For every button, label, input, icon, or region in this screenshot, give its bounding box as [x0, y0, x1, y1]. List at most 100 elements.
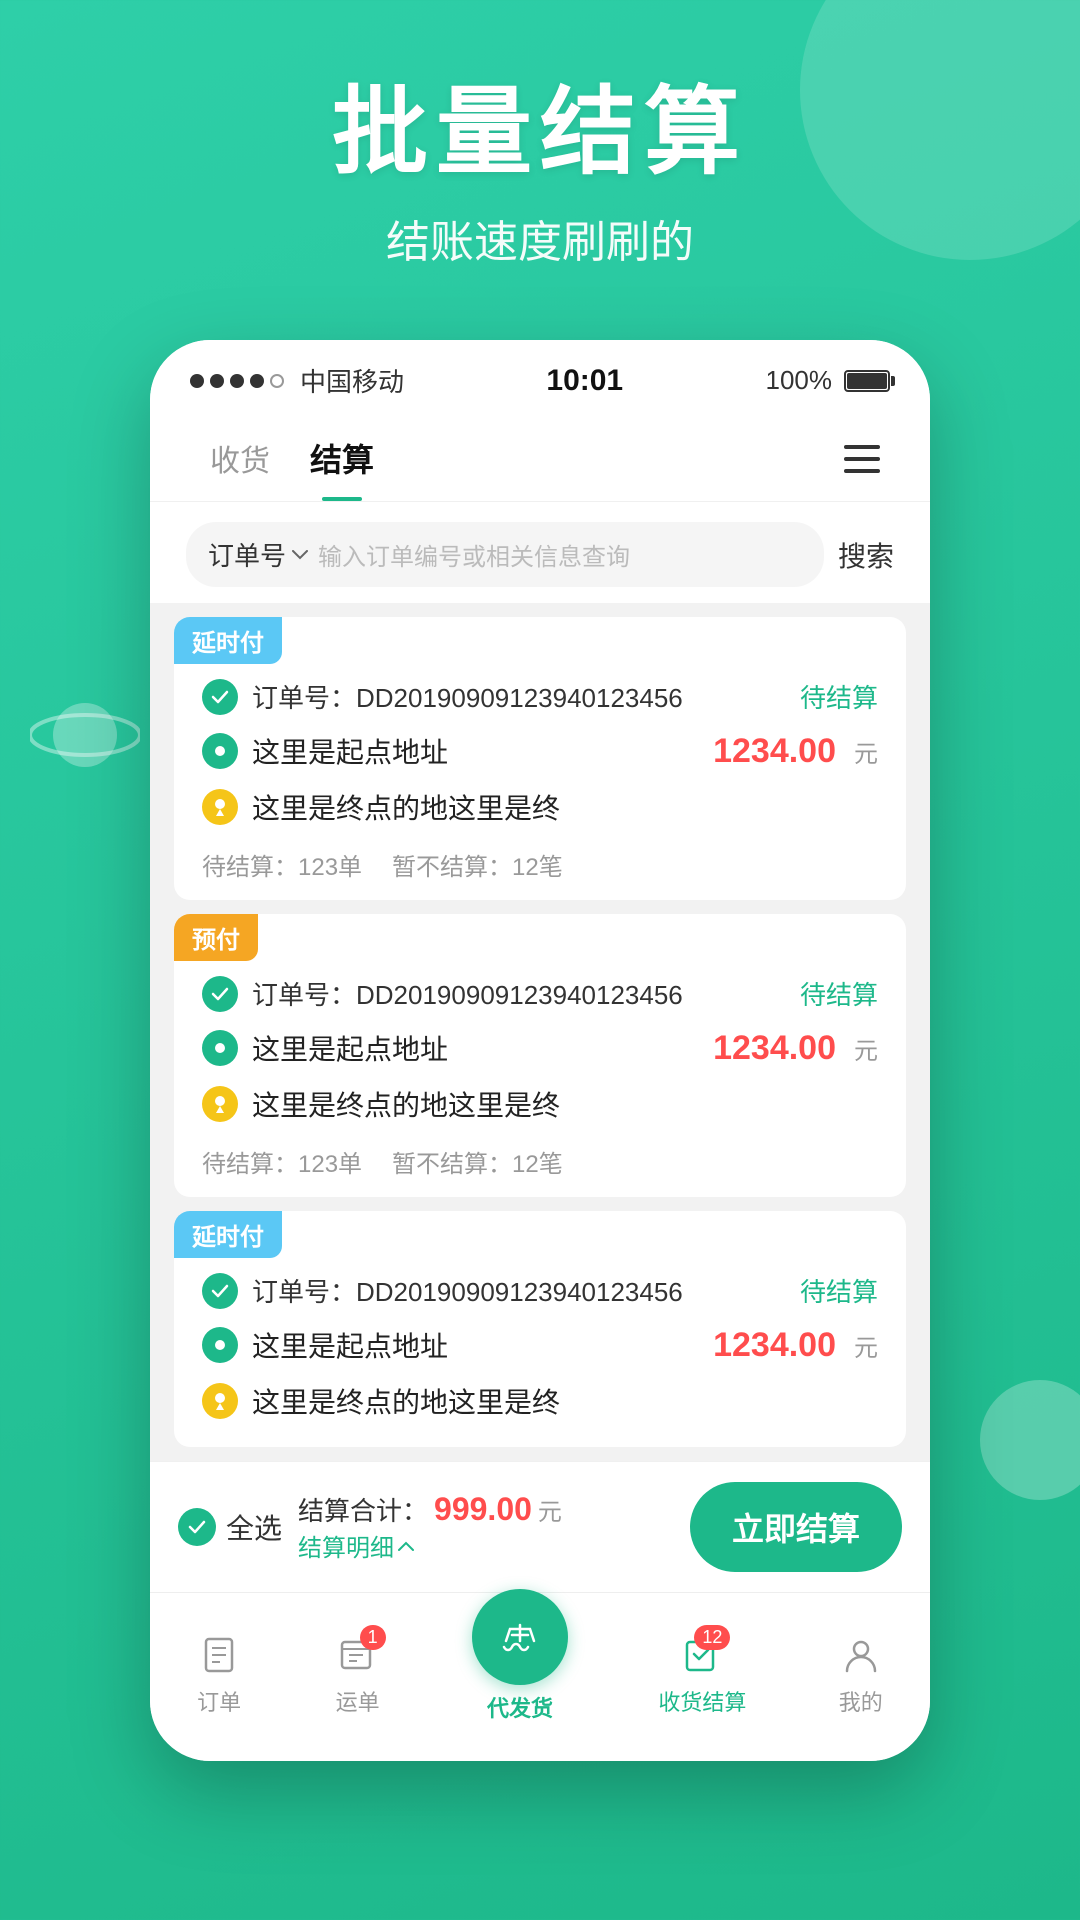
start-addr-3: 这里是起点地址: [252, 1325, 699, 1365]
order-status-2: 待结算: [800, 975, 878, 1012]
hero-subtitle: 结账速度刷刷的: [0, 206, 1080, 270]
summary-detail-btn[interactable]: 结算明细: [298, 1528, 414, 1563]
status-right: 100%: [766, 365, 891, 396]
menu-button[interactable]: [834, 435, 890, 491]
hero-title: 批量结算: [0, 80, 1080, 186]
skip-count-2: 暂不结算：12笔: [392, 1144, 563, 1179]
order-start-row-1: 这里是起点地址 1234.00 元: [174, 723, 906, 779]
order-price-3: 1234.00: [713, 1326, 836, 1365]
order-stats-1: 待结算：123单 暂不结算：12笔: [174, 835, 906, 882]
search-type-label: 订单号: [208, 536, 286, 573]
order-number-3: 订单号：DD20190909123940123456: [252, 1272, 786, 1309]
order-stats-2: 待结算：123单 暂不结算：12笔: [174, 1132, 906, 1179]
select-all-check[interactable]: [178, 1508, 216, 1546]
price-unit-1: 元: [854, 734, 878, 769]
nav-settlement-label: 收货结算: [658, 1685, 746, 1717]
start-icon-1: [202, 733, 238, 769]
order-card-3: 延时付 订单号：DD20190909123940123456 待结算 这里是起点…: [174, 1211, 906, 1447]
summary-amount: 999.00: [434, 1491, 532, 1528]
end-icon-2: [202, 1086, 238, 1122]
search-type-selector[interactable]: 订单号: [208, 536, 308, 573]
end-addr-2: 这里是终点的地这里是终: [252, 1084, 878, 1124]
select-all-label: 全选: [226, 1507, 282, 1547]
search-button[interactable]: 搜索: [838, 535, 894, 575]
signal-dot-2: [210, 374, 224, 388]
nav-ship-label: 代发货: [487, 1691, 553, 1723]
tab-receive[interactable]: 收货: [190, 426, 290, 500]
order-number-2: 订单号：DD20190909123940123456: [252, 975, 786, 1012]
status-bar: 中国移动 10:01 100%: [150, 340, 930, 409]
end-addr-1: 这里是终点的地这里是终: [252, 787, 878, 827]
skip-count-1: 暂不结算：12笔: [392, 847, 563, 882]
price-unit-2: 元: [854, 1031, 878, 1066]
order-status-1: 待结算: [800, 678, 878, 715]
order-end-row-3: 这里是终点的地这里是终: [174, 1373, 906, 1429]
price-unit-3: 元: [854, 1328, 878, 1363]
waybill-badge: 1: [360, 1625, 386, 1650]
phone-mockup: 中国移动 10:01 100% 收货 结算 订单号: [150, 340, 930, 1761]
end-icon-1: [202, 789, 238, 825]
battery-fill: [847, 373, 887, 389]
order-card-2: 预付 订单号：DD20190909123940123456 待结算 这里是起点地…: [174, 914, 906, 1197]
nav-waybill-label: 运单: [336, 1685, 380, 1717]
nav-order-label: 订单: [197, 1685, 241, 1717]
order-badge-3: 延时付: [174, 1211, 282, 1258]
order-check-3[interactable]: [202, 1273, 238, 1309]
planet-decoration: [30, 680, 140, 790]
pending-count-2: 待结算：123单: [202, 1144, 362, 1179]
summary-amount-row: 结算合计： 999.00 元: [298, 1491, 562, 1528]
pending-count-1: 待结算：123单: [202, 847, 362, 882]
bg-circle-right: [980, 1380, 1080, 1500]
summary-unit: 元: [538, 1492, 562, 1527]
profile-icon: [837, 1631, 885, 1679]
summary-detail-label: 结算明细: [298, 1528, 394, 1563]
end-icon-3: [202, 1383, 238, 1419]
order-check-2[interactable]: [202, 976, 238, 1012]
hero-section: 批量结算 结账速度刷刷的: [0, 80, 1080, 270]
signal-dot-4: [250, 374, 264, 388]
nav-settlement[interactable]: 12 收货结算: [658, 1631, 746, 1717]
search-input-wrap[interactable]: 订单号 输入订单编号或相关信息查询: [186, 522, 824, 587]
order-badge-2: 预付: [174, 914, 258, 961]
signal-dot-1: [190, 374, 204, 388]
battery-icon: [844, 370, 890, 392]
order-status-3: 待结算: [800, 1272, 878, 1309]
search-bar: 订单号 输入订单编号或相关信息查询 搜索: [150, 502, 930, 603]
nav-profile[interactable]: 我的: [837, 1631, 885, 1717]
nav-order[interactable]: 订单: [195, 1631, 243, 1717]
order-end-row-2: 这里是终点的地这里是终: [174, 1076, 906, 1132]
signal-area: 中国移动: [190, 362, 404, 399]
order-icon: [195, 1631, 243, 1679]
settlement-icon: 12: [678, 1631, 726, 1679]
bottom-nav: 订单 1 运单 代: [150, 1592, 930, 1761]
nav-tabs: 收货 结算: [150, 409, 930, 502]
order-check-1[interactable]: [202, 679, 238, 715]
ship-icon: [472, 1589, 568, 1685]
start-addr-1: 这里是起点地址: [252, 731, 699, 771]
order-price-1: 1234.00: [713, 732, 836, 771]
order-price-2: 1234.00: [713, 1029, 836, 1068]
nav-profile-label: 我的: [839, 1685, 883, 1717]
order-number-1: 订单号：DD20190909123940123456: [252, 678, 786, 715]
signal-dot-5: [270, 374, 284, 388]
start-addr-2: 这里是起点地址: [252, 1028, 699, 1068]
order-start-row-3: 这里是起点地址 1234.00 元: [174, 1317, 906, 1373]
checkout-button[interactable]: 立即结算: [690, 1482, 902, 1572]
order-card-1: 延时付 订单号：DD20190909123940123456 待结算 这里是起点…: [174, 617, 906, 900]
chevron-down-icon: [292, 550, 308, 560]
signal-dot-3: [230, 374, 244, 388]
end-addr-3: 这里是终点的地这里是终: [252, 1381, 878, 1421]
nav-waybill[interactable]: 1 运单: [334, 1631, 382, 1717]
tab-settlement[interactable]: 结算: [290, 425, 394, 501]
chevron-up-icon: [398, 1541, 414, 1551]
order-row-3: 订单号：DD20190909123940123456 待结算: [174, 1258, 906, 1317]
order-end-row-1: 这里是终点的地这里是终: [174, 779, 906, 835]
order-start-row-2: 这里是起点地址 1234.00 元: [174, 1020, 906, 1076]
order-badge-1: 延时付: [174, 617, 282, 664]
carrier-label: 中国移动: [300, 362, 404, 399]
search-placeholder: 输入订单编号或相关信息查询: [318, 537, 802, 572]
status-time: 10:01: [546, 364, 623, 398]
select-all[interactable]: 全选: [178, 1507, 282, 1547]
nav-ship[interactable]: 代发货: [472, 1589, 568, 1723]
summary-label: 结算合计：: [298, 1491, 428, 1528]
